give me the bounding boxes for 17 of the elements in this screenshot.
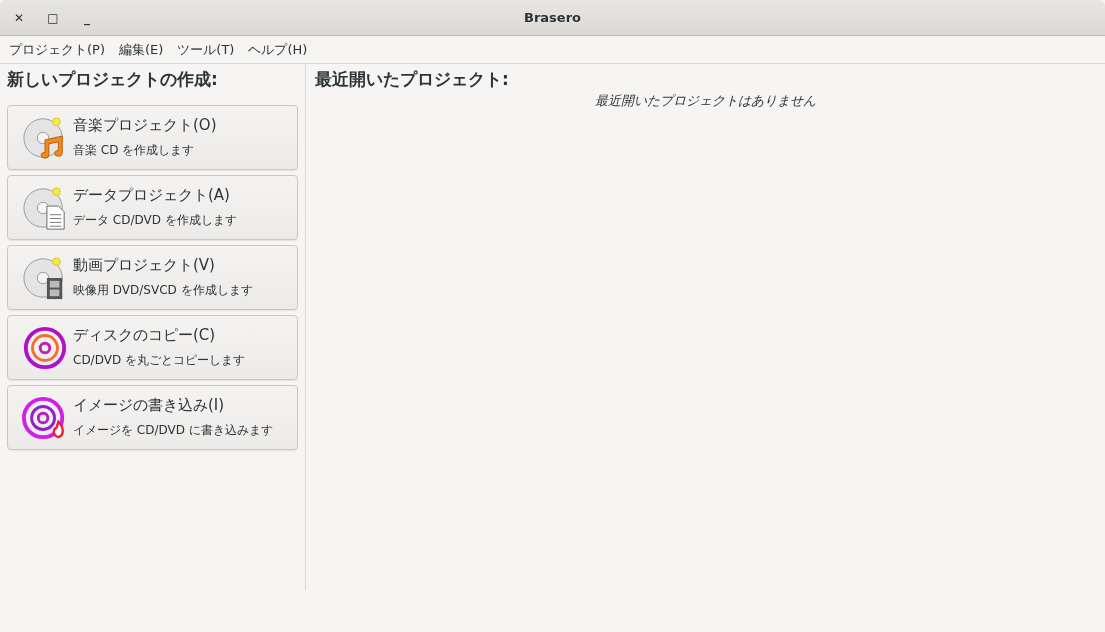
menu-item[interactable]: ツール(T) bbox=[170, 40, 242, 59]
project-button[interactable]: データプロジェクト(A) データ CD/DVD を作成します bbox=[7, 175, 298, 240]
section-heading: 新しいプロジェクトの作成: bbox=[7, 68, 219, 91]
window-control-button[interactable]: □ bbox=[40, 5, 66, 30]
project-button[interactable]: 音楽プロジェクト(O) 音楽 CD を作成します bbox=[7, 105, 298, 170]
window-title: Brasero bbox=[524, 10, 581, 25]
window-control-button[interactable]: ✕ bbox=[6, 5, 32, 30]
project-button[interactable]: ディスクのコピー(C) CD/DVD を丸ごとコピーします bbox=[7, 315, 298, 380]
disc-with-badge-icon bbox=[22, 184, 68, 231]
disc-icon bbox=[22, 324, 68, 371]
menu-item[interactable]: プロジェクト(P) bbox=[2, 40, 112, 59]
menu-item[interactable]: ヘルプ(H) bbox=[241, 40, 315, 59]
window-control-button[interactable]: _ bbox=[74, 5, 100, 30]
empty-message: 最近開いたプロジェクトはありません bbox=[594, 92, 817, 110]
project-button[interactable]: 動画プロジェクト(V) 映像用 DVD/SVCD を作成します bbox=[7, 245, 298, 310]
project-button[interactable]: イメージの書き込み(I) イメージを CD/DVD に書き込みます bbox=[7, 385, 298, 450]
menu-item[interactable]: 編集(E) bbox=[112, 40, 171, 59]
